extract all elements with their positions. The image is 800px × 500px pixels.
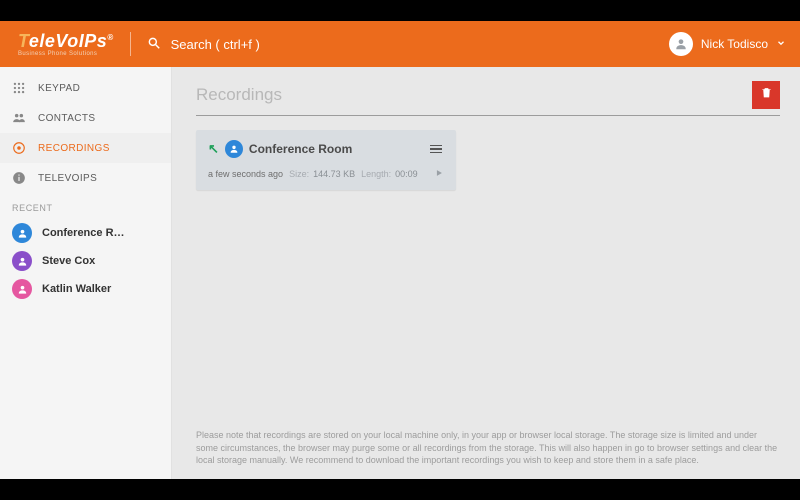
main-content: Recordings ↖ Conference Room a few secon… bbox=[172, 67, 800, 479]
length-value: 00:09 bbox=[395, 169, 418, 179]
card-menu-button[interactable] bbox=[428, 143, 444, 156]
sidebar-item-contacts[interactable]: CONTACTS bbox=[0, 103, 171, 133]
sidebar-item-label: RECORDINGS bbox=[38, 143, 110, 154]
recording-card: ↖ Conference Room a few seconds ago Size… bbox=[196, 130, 456, 190]
sidebar-item-keypad[interactable]: KEYPAD bbox=[0, 73, 171, 103]
delete-button[interactable] bbox=[752, 81, 780, 109]
sidebar: KEYPAD CONTACTS RECORDINGS TELEVOIPS REC… bbox=[0, 67, 172, 479]
size-label: Size: bbox=[289, 169, 309, 179]
recent-item-label: Steve Cox bbox=[42, 255, 95, 267]
keypad-icon bbox=[12, 81, 26, 95]
record-icon bbox=[12, 141, 26, 155]
user-menu[interactable]: Nick Todisco bbox=[669, 32, 786, 56]
chevron-down-icon bbox=[776, 37, 786, 51]
title-underline bbox=[196, 115, 780, 116]
avatar-icon bbox=[12, 279, 32, 299]
search-trigger[interactable]: Search ( ctrl+f ) bbox=[147, 36, 260, 53]
play-icon bbox=[434, 170, 444, 180]
sidebar-item-label: CONTACTS bbox=[38, 113, 95, 124]
length-label: Length: bbox=[361, 169, 391, 179]
contacts-icon bbox=[12, 111, 26, 125]
recent-item[interactable]: Conference R… bbox=[0, 219, 171, 247]
page-title: Recordings bbox=[196, 85, 752, 105]
user-avatar-icon bbox=[669, 32, 693, 56]
incoming-arrow-icon: ↖ bbox=[208, 141, 219, 157]
recent-item[interactable]: Katlin Walker bbox=[0, 275, 171, 303]
logo-text: TeleVoIPs® bbox=[18, 32, 114, 50]
logo: TeleVoIPs® Business Phone Solutions bbox=[18, 32, 114, 57]
recent-item-label: Conference R… bbox=[42, 227, 125, 239]
avatar-icon bbox=[12, 251, 32, 271]
recording-time: a few seconds ago bbox=[208, 169, 283, 179]
recent-heading: RECENT bbox=[0, 193, 171, 219]
header-divider bbox=[130, 32, 131, 56]
sidebar-item-recordings[interactable]: RECORDINGS bbox=[0, 133, 171, 163]
recording-name: Conference Room bbox=[249, 142, 422, 156]
recent-item[interactable]: Steve Cox bbox=[0, 247, 171, 275]
search-icon bbox=[147, 36, 161, 53]
logo-subtitle: Business Phone Solutions bbox=[18, 51, 114, 57]
sidebar-item-label: TELEVOIPS bbox=[38, 173, 97, 184]
user-name: Nick Todisco bbox=[701, 37, 768, 51]
trash-icon bbox=[760, 86, 773, 104]
sidebar-item-label: KEYPAD bbox=[38, 83, 80, 94]
info-icon bbox=[12, 171, 26, 185]
avatar-icon bbox=[225, 140, 243, 158]
sidebar-item-televoips[interactable]: TELEVOIPS bbox=[0, 163, 171, 193]
search-label: Search ( ctrl+f ) bbox=[171, 37, 260, 52]
recent-item-label: Katlin Walker bbox=[42, 283, 111, 295]
footer-note: Please note that recordings are stored o… bbox=[196, 421, 780, 471]
avatar-icon bbox=[12, 223, 32, 243]
size-value: 144.73 KB bbox=[313, 169, 355, 179]
play-button[interactable] bbox=[434, 168, 444, 180]
app-header: TeleVoIPs® Business Phone Solutions Sear… bbox=[0, 21, 800, 67]
